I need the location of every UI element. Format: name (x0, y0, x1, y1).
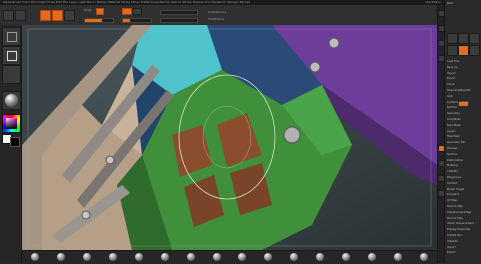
tool-menu-item[interactable]: Contact (447, 182, 457, 185)
tool-menu-item[interactable]: Deformation (447, 159, 463, 162)
material-ball-icon (5, 94, 18, 107)
stroke-icon (7, 51, 17, 61)
top-toolbar: Mrgb ActivePoints TotalPoints (0, 5, 437, 26)
alpha-slot[interactable] (2, 65, 21, 84)
tool-menu-item[interactable]: Surface (447, 153, 457, 156)
material-slot[interactable] (2, 91, 21, 110)
material-ball[interactable] (30, 253, 39, 261)
secondary-color-swatch[interactable] (10, 137, 20, 147)
tool-menu-item[interactable]: Visibility (447, 170, 458, 173)
tool-menu-item[interactable]: Export (447, 251, 456, 254)
stroke-slot[interactable] (2, 46, 21, 65)
tool-menu-item[interactable]: Initialize (447, 240, 458, 243)
tool-menu-item[interactable]: Load Tool (447, 60, 459, 63)
material-ball[interactable] (342, 253, 351, 261)
tool-menu-item[interactable]: SubTool (447, 106, 457, 109)
tool-menu-item[interactable]: Polygroups (447, 176, 461, 179)
material-ball[interactable] (264, 253, 273, 261)
z-intensity-slider[interactable] (122, 18, 152, 23)
tool-menu-item[interactable]: Morph Target (447, 188, 464, 191)
material-ball[interactable] (82, 253, 91, 261)
tool-palette: Tool Load Tool Save As Import Export Clone Ma… (444, 0, 481, 263)
active-points-label: ActivePoints (208, 10, 227, 14)
zadd-button[interactable] (122, 8, 132, 15)
z-intensity-fill (123, 19, 130, 22)
total-points-label: TotalPoints (208, 17, 225, 21)
active-tool-icon[interactable] (458, 45, 469, 56)
brush-icon (7, 32, 17, 42)
scale-button[interactable] (52, 10, 63, 21)
simple-brush-icon[interactable] (469, 45, 480, 56)
tool-menu-item[interactable]: Unified Skin (447, 234, 462, 237)
material-ball[interactable] (420, 253, 429, 261)
polymesh-tool-icon[interactable] (447, 45, 458, 56)
tool-thumbnail[interactable] (447, 33, 458, 44)
tool-menu-item[interactable]: Masking (447, 164, 458, 167)
tool-menu-item[interactable]: Displacement Map (447, 211, 471, 214)
mrgb-label[interactable]: Mrgb (84, 8, 92, 12)
color-square[interactable] (6, 118, 17, 129)
tool-menu-item[interactable]: Save As (447, 66, 457, 69)
tool-menu-item[interactable]: Geometry (447, 112, 460, 115)
material-ball[interactable] (316, 253, 325, 261)
canvas-viewport[interactable] (22, 25, 437, 250)
move-button[interactable] (40, 10, 51, 21)
sphere-tool-icon[interactable] (458, 33, 469, 44)
tool-menu-item[interactable]: Make PolyMesh3D (447, 89, 470, 92)
material-ball[interactable] (134, 253, 143, 261)
tool-menu-item[interactable]: NanoMesh (447, 124, 461, 127)
rotate-button[interactable] (64, 10, 75, 21)
tool-menu-item[interactable]: ArrayMesh (447, 118, 461, 121)
tool-menu-item[interactable]: Normal Map (447, 217, 463, 220)
material-ball[interactable] (212, 253, 221, 261)
model-render (22, 25, 437, 250)
color-picker[interactable] (2, 114, 21, 133)
brush-slot[interactable] (2, 27, 21, 46)
tool-menu-item[interactable]: Display Properties (447, 228, 471, 231)
tool-menu-item[interactable]: Lightbox > Tools (447, 101, 468, 104)
tool-menu-item[interactable]: Geometry HD (447, 141, 465, 144)
focal-shift-slider[interactable] (160, 10, 198, 15)
tool-menu-item[interactable]: Import (447, 72, 456, 75)
tool-menu-item[interactable]: UV Map (447, 199, 457, 202)
left-shelf (0, 25, 22, 263)
material-ball[interactable] (186, 253, 195, 261)
draw-size-slider[interactable] (160, 18, 198, 23)
tool-palette-title: Tool (447, 1, 453, 5)
menu-items[interactable]: Alpha Brush Color Document Draw Edit Fil… (3, 0, 250, 4)
tool-menu-item[interactable]: Import (447, 246, 456, 249)
material-ball[interactable] (238, 253, 247, 261)
tool-menu-item[interactable]: Vector Displacement (447, 222, 474, 225)
material-ball[interactable] (290, 253, 299, 261)
rgb-toggle[interactable] (96, 8, 104, 15)
material-ball[interactable] (56, 253, 65, 261)
tool-menu-item[interactable]: Preview (447, 147, 457, 150)
material-ball[interactable] (368, 253, 377, 261)
star-tool-icon[interactable] (469, 33, 480, 44)
tool-menu-item[interactable]: GoZ (447, 95, 452, 98)
material-ball[interactable] (108, 253, 117, 261)
edit-button[interactable] (3, 10, 14, 21)
bottom-shelf (22, 250, 437, 264)
tool-menu-item[interactable]: Clone (447, 83, 454, 86)
tool-menu-item[interactable]: Export (447, 77, 456, 80)
draw-button[interactable] (15, 10, 26, 21)
rgb-intensity-slider[interactable] (84, 18, 114, 23)
tool-menu-item[interactable]: Layers (447, 130, 456, 133)
tool-menu-item[interactable]: Texture Map (447, 205, 463, 208)
material-ball[interactable] (160, 253, 169, 261)
rgb-intensity-fill (85, 19, 102, 22)
tool-menu-item[interactable]: Polypaint (447, 193, 459, 196)
zsub-button[interactable] (132, 8, 142, 15)
material-ball[interactable] (394, 253, 403, 261)
tool-menu-item[interactable]: FiberMesh (447, 135, 460, 138)
